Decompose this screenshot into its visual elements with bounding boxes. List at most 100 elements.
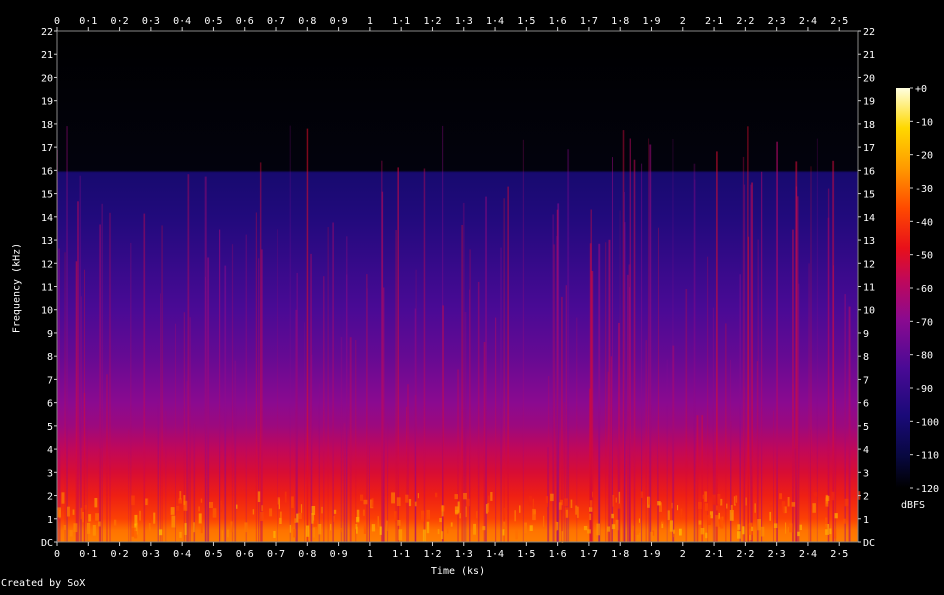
transient-streak xyxy=(60,447,61,542)
x-tick-label-bottom: 0·9 xyxy=(330,549,348,560)
y-tick-label-left: 16 xyxy=(41,166,53,177)
transient-streak xyxy=(77,201,79,543)
energy-blotch xyxy=(844,498,849,507)
colorbar-tick-label: -20 xyxy=(915,151,933,162)
energy-blotch xyxy=(487,503,490,513)
energy-blotch xyxy=(589,513,592,521)
y-tick-label-right: 7 xyxy=(863,375,869,386)
x-tick-label-top: 1·9 xyxy=(642,16,660,27)
transient-streak xyxy=(395,230,397,542)
y-tick-label-left: 5 xyxy=(47,422,53,433)
x-tick-label-top: 0·1 xyxy=(79,16,97,27)
energy-blotch xyxy=(446,528,449,534)
transient-streak xyxy=(552,214,555,542)
energy-blotch xyxy=(371,497,374,508)
energy-blotch xyxy=(318,524,322,535)
transient-streak xyxy=(696,415,699,542)
energy-blotch xyxy=(787,527,789,533)
energy-blotch xyxy=(394,511,397,521)
transient-streak xyxy=(649,144,652,542)
y-tick-label-left: 22 xyxy=(41,27,53,38)
energy-blotch xyxy=(417,493,419,499)
y-tick-label-right: 6 xyxy=(863,399,869,410)
transient-streak xyxy=(500,247,502,542)
energy-blotch xyxy=(789,523,793,533)
colorbar-tick-label: -60 xyxy=(915,284,933,295)
transient-streak xyxy=(207,257,210,542)
transient-streak xyxy=(109,212,111,543)
energy-blotch xyxy=(734,495,737,505)
energy-blotch xyxy=(589,500,593,508)
y-axis-label: Frequency (kHz) xyxy=(11,242,23,334)
energy-blotch xyxy=(171,515,176,528)
energy-blotch xyxy=(482,526,486,531)
transient-streak xyxy=(205,276,206,542)
energy-blotch xyxy=(333,509,337,514)
y-tick-label-right: 17 xyxy=(863,143,875,154)
energy-blotch xyxy=(570,499,573,508)
energy-blotch xyxy=(200,523,203,534)
y-tick-label-right: 22 xyxy=(863,27,875,38)
y-tick-label-right: 12 xyxy=(863,259,875,270)
transient-streak xyxy=(462,202,465,542)
energy-blotch xyxy=(230,521,233,533)
energy-blotch xyxy=(589,507,593,512)
colorbar xyxy=(896,88,910,488)
energy-blotch xyxy=(408,499,412,507)
energy-blotch xyxy=(825,517,828,530)
energy-blotch xyxy=(661,519,663,524)
energy-blotch xyxy=(362,509,365,516)
energy-blotch xyxy=(333,515,335,522)
transient-streak xyxy=(730,421,732,542)
y-tick-label-left: 21 xyxy=(41,50,53,61)
energy-blotch xyxy=(457,501,460,513)
transient-streak xyxy=(457,369,459,542)
energy-blotch xyxy=(781,501,786,513)
energy-blotch xyxy=(834,513,838,519)
energy-blotch xyxy=(379,526,382,535)
energy-blotch xyxy=(145,498,148,505)
x-tick-label-bottom: 1·6 xyxy=(549,549,567,560)
energy-blotch xyxy=(244,522,248,533)
energy-blotch xyxy=(179,491,182,500)
energy-blotch xyxy=(291,496,294,509)
y-tick-label-right: 18 xyxy=(863,120,875,131)
energy-blotch xyxy=(269,508,273,517)
transient-streak xyxy=(318,383,320,542)
transient-streak xyxy=(157,398,159,542)
energy-blotch xyxy=(294,518,297,523)
transient-streak xyxy=(761,171,763,543)
y-tick-label-left: 6 xyxy=(47,399,53,410)
transient-streak xyxy=(84,269,85,542)
energy-blotch xyxy=(439,518,442,523)
transient-streak xyxy=(304,322,305,542)
energy-blotch xyxy=(330,524,332,531)
transient-streak xyxy=(739,274,741,542)
energy-blotch xyxy=(134,531,138,539)
energy-blotch xyxy=(716,505,718,511)
transient-streak xyxy=(648,138,650,542)
energy-blotch xyxy=(615,497,617,503)
colorbar-tick-label: -80 xyxy=(915,351,933,362)
energy-blotch xyxy=(63,525,67,531)
energy-blotch xyxy=(635,529,640,535)
energy-blotch xyxy=(221,530,223,542)
energy-blotch xyxy=(698,502,702,510)
energy-blotch xyxy=(284,491,287,503)
transient-streak xyxy=(555,235,558,542)
energy-blotch xyxy=(607,526,610,532)
transient-streak xyxy=(507,186,509,542)
energy-blotch xyxy=(422,529,426,542)
transient-streak xyxy=(327,227,329,542)
transient-streak xyxy=(672,139,674,542)
energy-blotch xyxy=(139,510,141,521)
energy-blotch xyxy=(61,492,65,504)
transient-streak xyxy=(86,404,88,542)
energy-blotch xyxy=(252,509,255,515)
transient-streak xyxy=(567,149,570,542)
x-tick-label-top: 0·8 xyxy=(298,16,316,27)
energy-blotch xyxy=(812,503,816,513)
energy-blotch xyxy=(742,526,745,535)
energy-blotch xyxy=(529,525,533,531)
y-axis-right: DC12345678910111213141516171819202122 xyxy=(858,27,875,549)
